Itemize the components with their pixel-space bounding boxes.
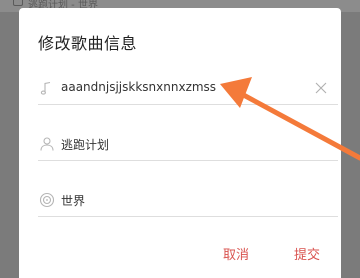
cancel-button[interactable]: 取消 [223,244,249,263]
disc-icon [39,192,55,208]
artist-field[interactable]: 逃跑计划 [38,130,338,161]
dialog-title: 修改歌曲信息 [38,34,138,53]
album-input[interactable]: 世界 [61,192,85,209]
artist-input[interactable]: 逃跑计划 [61,136,109,153]
song-title-field[interactable]: aaandnjsjjskksnxnnxzmss [38,74,338,105]
album-field[interactable]: 世界 [38,186,338,217]
submit-button[interactable]: 提交 [294,244,320,263]
background-icon [13,0,23,6]
edit-song-dialog: 修改歌曲信息 aaandnjsjjskksnxnnxzmss 逃跑计划 世界 取… [19,8,341,278]
clear-icon[interactable] [314,81,328,95]
song-title-input[interactable]: aaandnjsjjskksnxnnxzmss [61,80,216,94]
music-note-icon [40,81,51,95]
person-icon [40,137,54,151]
